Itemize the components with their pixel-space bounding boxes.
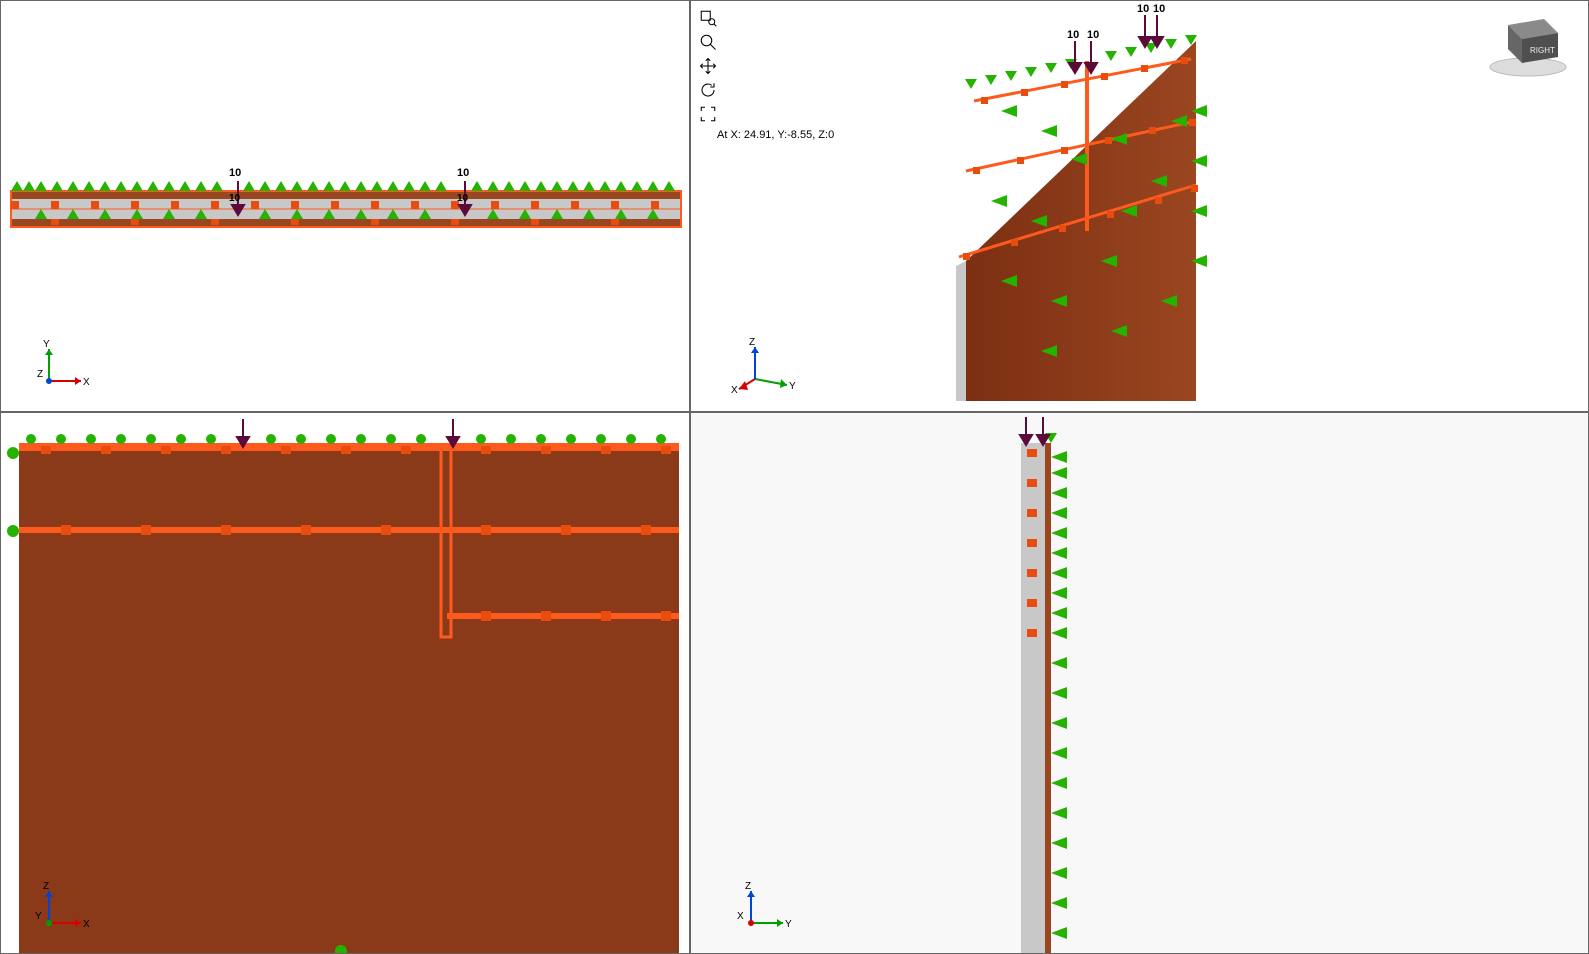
load-label: 10 [457, 167, 469, 179]
svg-text:Z: Z [745, 881, 751, 892]
svg-text:X: X [737, 911, 744, 922]
viewport-3d[interactable]: 10 10 10 10 [690, 0, 1589, 412]
svg-text:Z: Z [749, 337, 755, 348]
zoom-window-icon[interactable] [697, 7, 719, 29]
load-label: 10 [1153, 3, 1165, 15]
svg-text:X: X [83, 377, 90, 388]
zoom-extents-icon[interactable] [697, 103, 719, 125]
svg-text:Z: Z [37, 369, 43, 380]
svg-text:Y: Y [35, 911, 42, 922]
axis-triad: X Y Z [29, 333, 89, 393]
front-view-drawing [1, 413, 689, 953]
zoom-icon[interactable] [697, 31, 719, 53]
svg-text:Y: Y [789, 381, 796, 392]
cursor-coordinates: At X: 24.91, Y:-8.55, Z:0 [717, 129, 834, 141]
svg-text:Z: Z [43, 881, 49, 892]
top-view-drawing [1, 1, 689, 411]
viewport-nav-toolbar [697, 7, 719, 125]
rotate-icon[interactable] [697, 79, 719, 101]
svg-text:X: X [83, 919, 90, 930]
viewport-side[interactable]: Y Z X [690, 412, 1589, 954]
svg-text:RIGHT: RIGHT [1530, 46, 1555, 55]
load-label: 10 [1087, 29, 1099, 41]
iso-view-drawing [691, 1, 1588, 411]
load-label: 10 [229, 193, 240, 204]
pan-icon[interactable] [697, 55, 719, 77]
axis-triad: Y Z X [731, 875, 791, 935]
svg-text:X: X [731, 385, 738, 396]
load-label: 10 [229, 167, 241, 179]
load-label: 10 [1137, 3, 1149, 15]
load-label: 10 [1067, 29, 1079, 41]
load-label: 10 [457, 193, 468, 204]
svg-text:Y: Y [43, 339, 50, 350]
axis-triad: Y Z X [731, 333, 791, 393]
svg-text:Y: Y [785, 919, 792, 930]
side-view-drawing [691, 413, 1588, 953]
viewport-front[interactable]: X Z Y [0, 412, 690, 954]
viewcube[interactable]: RIGHT [1478, 7, 1578, 77]
viewport-top[interactable]: 10 10 10 10 X Y Z [0, 0, 690, 412]
axis-triad: X Z Y [29, 875, 89, 935]
